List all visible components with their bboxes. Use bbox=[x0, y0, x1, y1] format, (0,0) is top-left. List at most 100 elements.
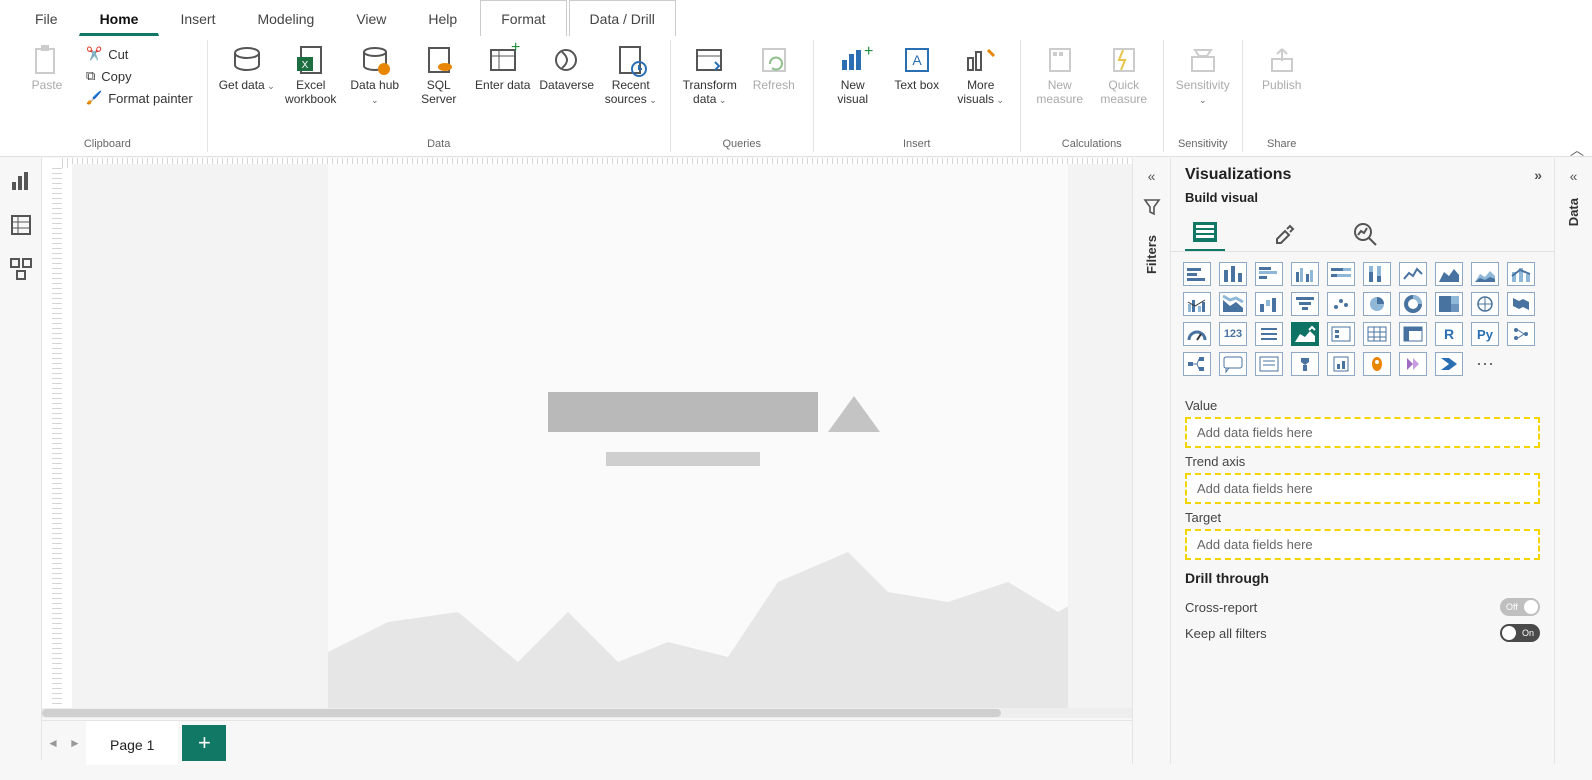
waterfall-chart-icon[interactable] bbox=[1255, 292, 1283, 316]
copy-button[interactable]: ⧉Copy bbox=[82, 66, 197, 86]
r-visual-icon[interactable]: R bbox=[1435, 322, 1463, 346]
kpi-icon[interactable] bbox=[1291, 322, 1319, 346]
power-automate-icon[interactable] bbox=[1435, 352, 1463, 376]
tab-home[interactable]: Home bbox=[79, 0, 160, 36]
clustered-column-chart-icon[interactable] bbox=[1291, 262, 1319, 286]
excel-workbook-button[interactable]: XExcel workbook bbox=[282, 42, 340, 107]
well-value[interactable]: Add data fields here bbox=[1185, 417, 1540, 448]
cut-button[interactable]: ✂️Cut bbox=[82, 44, 197, 64]
new-visual-icon: + bbox=[837, 44, 869, 76]
ribbon-collapse-button[interactable]: ︿ bbox=[1570, 140, 1584, 160]
ribbon-chart-icon[interactable] bbox=[1219, 292, 1247, 316]
powerapps-icon[interactable] bbox=[1399, 352, 1427, 376]
text-box-icon: A bbox=[901, 44, 933, 76]
line-chart-icon[interactable] bbox=[1399, 262, 1427, 286]
smart-narrative-icon[interactable] bbox=[1255, 352, 1283, 376]
excel-icon: X bbox=[295, 44, 327, 76]
filled-map-icon[interactable] bbox=[1507, 292, 1535, 316]
scatter-chart-icon[interactable] bbox=[1327, 292, 1355, 316]
data-hub-button[interactable]: Data hub ⌄ bbox=[346, 42, 404, 107]
stacked-column-chart-icon[interactable] bbox=[1219, 262, 1247, 286]
keep-filters-toggle[interactable] bbox=[1500, 624, 1540, 642]
sql-server-button[interactable]: SQL Server bbox=[410, 42, 468, 107]
tab-view[interactable]: View bbox=[335, 0, 407, 36]
cross-report-toggle[interactable] bbox=[1500, 598, 1540, 616]
model-view-button[interactable] bbox=[10, 258, 32, 280]
analytics-tab[interactable] bbox=[1345, 215, 1385, 251]
python-visual-icon[interactable]: Py bbox=[1471, 322, 1499, 346]
multi-row-card-icon[interactable] bbox=[1255, 322, 1283, 346]
expand-data-button[interactable]: « bbox=[1570, 168, 1578, 184]
map-icon[interactable] bbox=[1471, 292, 1499, 316]
tab-data-drill[interactable]: Data / Drill bbox=[569, 0, 676, 36]
canvas-scrollbar[interactable] bbox=[42, 708, 1132, 718]
well-trend-axis[interactable]: Add data fields here bbox=[1185, 473, 1540, 504]
sensitivity-button[interactable]: Sensitivity⌄ bbox=[1174, 42, 1232, 107]
expand-filters-button[interactable]: « bbox=[1148, 168, 1156, 184]
stacked-area-chart-icon[interactable] bbox=[1471, 262, 1499, 286]
tab-help[interactable]: Help bbox=[407, 0, 478, 36]
report-canvas-area bbox=[42, 158, 1132, 718]
hundred-stacked-bar-icon[interactable] bbox=[1327, 262, 1355, 286]
format-painter-button[interactable]: 🖌️Format painter bbox=[82, 88, 197, 108]
paste-button[interactable]: Paste bbox=[18, 42, 76, 92]
pie-chart-icon[interactable] bbox=[1363, 292, 1391, 316]
new-measure-button[interactable]: New measure bbox=[1031, 42, 1089, 107]
refresh-button[interactable]: Refresh bbox=[745, 42, 803, 92]
visual-placeholder[interactable] bbox=[328, 164, 1068, 712]
report-view-button[interactable] bbox=[10, 170, 32, 192]
more-visuals-button[interactable]: More visuals ⌄ bbox=[952, 42, 1010, 107]
tab-format[interactable]: Format bbox=[480, 0, 566, 36]
more-visuals-ellipsis[interactable]: ⋯ bbox=[1471, 352, 1499, 376]
line-clustered-column-icon[interactable] bbox=[1183, 292, 1211, 316]
tab-insert[interactable]: Insert bbox=[159, 0, 236, 36]
key-influencers-icon[interactable] bbox=[1507, 322, 1535, 346]
group-queries: Transform data ⌄ Refresh Queries bbox=[671, 40, 814, 152]
qa-visual-icon[interactable] bbox=[1219, 352, 1247, 376]
page-prev-button[interactable]: ◄ bbox=[42, 736, 64, 750]
add-page-button[interactable]: + bbox=[182, 725, 226, 761]
arcgis-map-icon[interactable] bbox=[1363, 352, 1391, 376]
goals-icon[interactable] bbox=[1291, 352, 1319, 376]
report-canvas[interactable] bbox=[72, 164, 1132, 708]
filters-label: Filters bbox=[1144, 235, 1159, 274]
line-stacked-column-icon[interactable] bbox=[1507, 262, 1535, 286]
donut-chart-icon[interactable] bbox=[1399, 292, 1427, 316]
area-chart-icon[interactable] bbox=[1435, 262, 1463, 286]
matrix-icon[interactable] bbox=[1399, 322, 1427, 346]
decomposition-tree-icon[interactable] bbox=[1183, 352, 1211, 376]
get-data-button[interactable]: Get data ⌄ bbox=[218, 42, 276, 92]
hundred-stacked-column-icon[interactable] bbox=[1363, 262, 1391, 286]
clustered-bar-chart-icon[interactable] bbox=[1255, 262, 1283, 286]
funnel-chart-icon[interactable] bbox=[1291, 292, 1319, 316]
more-visuals-label: More visuals bbox=[957, 78, 994, 106]
publish-button[interactable]: Publish bbox=[1253, 42, 1311, 92]
well-target[interactable]: Add data fields here bbox=[1185, 529, 1540, 560]
well-value-label: Value bbox=[1185, 398, 1540, 413]
data-view-button[interactable] bbox=[10, 214, 32, 236]
scrollbar-thumb[interactable] bbox=[42, 709, 1001, 717]
build-visual-tab[interactable] bbox=[1185, 215, 1225, 251]
tab-file[interactable]: File bbox=[14, 0, 79, 36]
collapse-visualizations-button[interactable]: » bbox=[1534, 167, 1542, 183]
quick-measure-button[interactable]: Quick measure bbox=[1095, 42, 1153, 107]
text-box-button[interactable]: AText box bbox=[888, 42, 946, 92]
tab-modeling[interactable]: Modeling bbox=[236, 0, 335, 36]
treemap-icon[interactable] bbox=[1435, 292, 1463, 316]
slicer-icon[interactable] bbox=[1327, 322, 1355, 346]
dataverse-button[interactable]: Dataverse bbox=[538, 42, 596, 92]
recent-sources-button[interactable]: Recent sources ⌄ bbox=[602, 42, 660, 107]
paginated-report-icon[interactable] bbox=[1327, 352, 1355, 376]
stacked-bar-chart-icon[interactable] bbox=[1183, 262, 1211, 286]
new-visual-button[interactable]: +New visual bbox=[824, 42, 882, 107]
page-next-button[interactable]: ► bbox=[64, 736, 86, 750]
gauge-icon[interactable] bbox=[1183, 322, 1211, 346]
page-tab-1[interactable]: Page 1 bbox=[86, 721, 178, 765]
enter-data-button[interactable]: +Enter data bbox=[474, 42, 532, 92]
visualizations-panel: Visualizations » Build visual 123 bbox=[1170, 158, 1554, 764]
table-icon[interactable] bbox=[1363, 322, 1391, 346]
new-visual-label: New visual bbox=[824, 78, 882, 107]
format-visual-tab[interactable] bbox=[1265, 215, 1305, 251]
transform-data-button[interactable]: Transform data ⌄ bbox=[681, 42, 739, 107]
card-icon[interactable]: 123 bbox=[1219, 322, 1247, 346]
